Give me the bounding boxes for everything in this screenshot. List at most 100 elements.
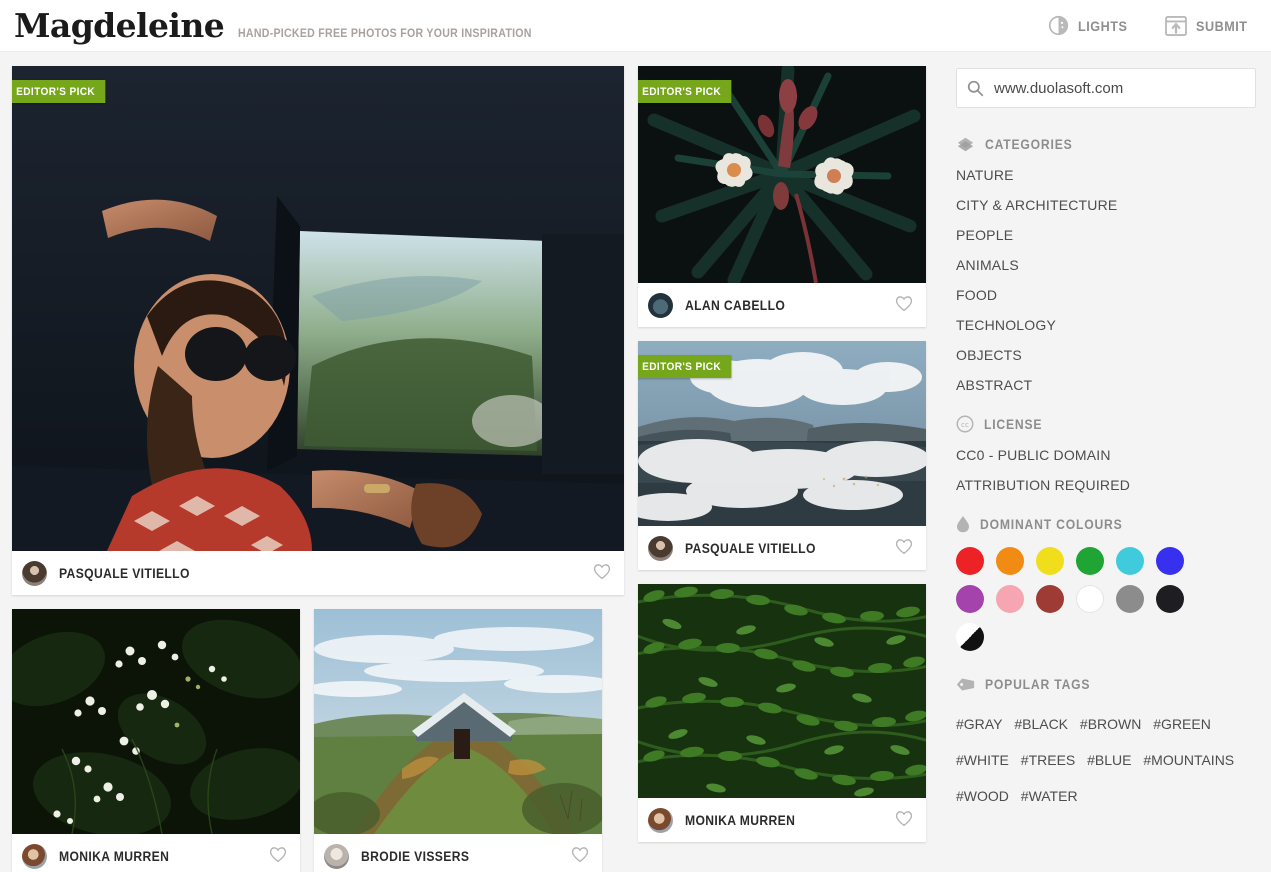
popular-tags-section: POPULAR TAGS #GRAY #BLACK #BROWN #GREEN … bbox=[956, 677, 1256, 814]
tag-link[interactable]: #WOOD bbox=[956, 788, 1009, 804]
submit-photo-button[interactable]: SUBMIT bbox=[1164, 15, 1253, 36]
search-input[interactable] bbox=[994, 79, 1245, 97]
tag-link[interactable]: #BLUE bbox=[1087, 752, 1131, 768]
colour-swatch-blue[interactable] bbox=[1156, 547, 1184, 575]
photo-author[interactable]: PASQUALE VITIELLO bbox=[59, 566, 190, 581]
categories-header: CATEGORIES bbox=[956, 136, 1256, 153]
colour-swatch-gray[interactable] bbox=[1116, 585, 1144, 613]
half-circle-icon bbox=[1048, 15, 1069, 36]
colour-swatch-yellow[interactable] bbox=[1036, 547, 1064, 575]
photo-author[interactable]: MONIKA MURREN bbox=[59, 849, 169, 864]
editors-pick-badge[interactable]: EDITOR'S PICK bbox=[638, 355, 732, 378]
editors-pick-badge[interactable]: EDITOR'S PICK bbox=[12, 80, 106, 103]
category-link[interactable]: TECHNOLOGY bbox=[956, 317, 1256, 333]
gallery-row-small: MONIKA MURREN BRODIE VISSERS bbox=[12, 609, 624, 872]
photo-credit: PASQUALE VITIELLO bbox=[638, 526, 926, 570]
svg-text:cc: cc bbox=[961, 420, 969, 429]
photo-card[interactable]: MONIKA MURREN bbox=[638, 584, 926, 842]
photo-author[interactable]: ALAN CABELLO bbox=[685, 298, 785, 313]
photo-author[interactable]: PASQUALE VITIELLO bbox=[685, 541, 816, 556]
favorite-heart-icon[interactable] bbox=[894, 809, 914, 832]
license-header: cc LICENSE bbox=[956, 415, 1256, 433]
photo-author[interactable]: BRODIE VISSERS bbox=[361, 849, 469, 864]
category-link[interactable]: FOOD bbox=[956, 287, 1256, 303]
photo-image[interactable] bbox=[638, 584, 926, 798]
photo-image[interactable]: EDITOR'S PICK bbox=[638, 341, 926, 526]
search-icon bbox=[967, 80, 984, 97]
favorite-heart-icon[interactable] bbox=[894, 537, 914, 560]
photo-credit: PASQUALE VITIELLO bbox=[12, 551, 624, 595]
colour-swatch-green[interactable] bbox=[1076, 547, 1104, 575]
categories-section: CATEGORIES NATURE CITY & ARCHITECTURE PE… bbox=[956, 136, 1256, 393]
colour-swatch-brown[interactable] bbox=[1036, 585, 1064, 613]
tag-link[interactable]: #GRAY bbox=[956, 716, 1002, 732]
category-link[interactable]: OBJECTS bbox=[956, 347, 1256, 363]
sidebar: CATEGORIES NATURE CITY & ARCHITECTURE PE… bbox=[956, 66, 1256, 872]
avatar[interactable] bbox=[22, 560, 47, 586]
photo-card[interactable]: EDITOR'S PICK PASQUALE VITIELLO bbox=[638, 341, 926, 570]
category-link[interactable]: ANIMALS bbox=[956, 257, 1256, 273]
dominant-colours-section: DOMINANT COLOURS bbox=[956, 515, 1256, 651]
photo-card[interactable]: EDITOR'S PICK ALAN CABELLO bbox=[638, 66, 926, 327]
colour-swatch-black[interactable] bbox=[1156, 585, 1184, 613]
droplet-icon bbox=[956, 515, 970, 533]
lights-toggle-button[interactable]: LIGHTS bbox=[1048, 15, 1133, 36]
photo-credit: ALAN CABELLO bbox=[638, 283, 926, 327]
photo-image[interactable] bbox=[314, 609, 602, 834]
site-tagline: HAND-PICKED FREE PHOTOS FOR YOUR INSPIRA… bbox=[238, 28, 532, 40]
editors-pick-badge[interactable]: EDITOR'S PICK bbox=[638, 80, 732, 103]
favorite-heart-icon[interactable] bbox=[570, 845, 590, 868]
site-logo[interactable]: Magdeleine bbox=[14, 9, 225, 42]
license-link[interactable]: CC0 - PUBLIC DOMAIN bbox=[956, 447, 1256, 463]
tag-link[interactable]: #WATER bbox=[1021, 788, 1078, 804]
tag-link[interactable]: #WHITE bbox=[956, 752, 1009, 768]
category-link[interactable]: PEOPLE bbox=[956, 227, 1256, 243]
photo-image[interactable]: EDITOR'S PICK bbox=[638, 66, 926, 283]
colour-swatch-orange[interactable] bbox=[996, 547, 1024, 575]
popular-tags-header: POPULAR TAGS bbox=[956, 677, 1256, 692]
site-header: Magdeleine HAND-PICKED FREE PHOTOS FOR Y… bbox=[0, 0, 1271, 52]
tag-link[interactable]: #BLACK bbox=[1014, 716, 1068, 732]
favorite-heart-icon[interactable] bbox=[894, 294, 914, 317]
photo-image[interactable] bbox=[12, 609, 300, 834]
colour-swatch-white[interactable] bbox=[1076, 585, 1104, 613]
colour-swatch-pink[interactable] bbox=[996, 585, 1024, 613]
categories-title: CATEGORIES bbox=[985, 137, 1073, 152]
category-link[interactable]: ABSTRACT bbox=[956, 377, 1256, 393]
brand[interactable]: Magdeleine HAND-PICKED FREE PHOTOS FOR Y… bbox=[14, 9, 557, 42]
price-tag-icon bbox=[956, 677, 975, 692]
colour-swatch-red[interactable] bbox=[956, 547, 984, 575]
lights-label: LIGHTS bbox=[1077, 17, 1128, 34]
photo-card[interactable]: EDITOR'S PICK PASQUALE VITIELLO bbox=[12, 66, 624, 595]
tag-link[interactable]: #BROWN bbox=[1080, 716, 1141, 732]
colour-swatch-black-and-white[interactable] bbox=[956, 623, 984, 651]
gallery-column-right: EDITOR'S PICK ALAN CABELLO EDITOR'S PICK… bbox=[638, 66, 926, 872]
photo-card[interactable]: BRODIE VISSERS bbox=[314, 609, 602, 872]
submit-label: SUBMIT bbox=[1195, 17, 1248, 34]
header-actions: LIGHTS SUBMIT bbox=[1048, 15, 1253, 36]
license-section: cc LICENSE CC0 - PUBLIC DOMAIN ATTRIBUTI… bbox=[956, 415, 1256, 493]
avatar[interactable] bbox=[648, 807, 673, 833]
favorite-heart-icon[interactable] bbox=[592, 562, 612, 585]
tag-link[interactable]: #GREEN bbox=[1153, 716, 1211, 732]
photo-image[interactable]: EDITOR'S PICK bbox=[12, 66, 624, 551]
search-bar[interactable] bbox=[956, 68, 1256, 108]
colour-swatch-cyan[interactable] bbox=[1116, 547, 1144, 575]
photo-credit: MONIKA MURREN bbox=[638, 798, 926, 842]
favorite-heart-icon[interactable] bbox=[268, 845, 288, 868]
photo-author[interactable]: MONIKA MURREN bbox=[685, 813, 795, 828]
avatar[interactable] bbox=[648, 292, 673, 318]
avatar[interactable] bbox=[648, 535, 673, 561]
avatar[interactable] bbox=[22, 843, 47, 869]
license-title: LICENSE bbox=[984, 416, 1043, 432]
license-link[interactable]: ATTRIBUTION REQUIRED bbox=[956, 477, 1256, 493]
avatar[interactable] bbox=[324, 843, 349, 869]
tag-link[interactable]: #MOUNTAINS bbox=[1143, 752, 1234, 768]
category-link[interactable]: CITY & ARCHITECTURE bbox=[956, 197, 1256, 213]
photo-card[interactable]: MONIKA MURREN bbox=[12, 609, 300, 872]
category-link[interactable]: NATURE bbox=[956, 167, 1256, 183]
colour-swatch-purple[interactable] bbox=[956, 585, 984, 613]
tag-link[interactable]: #TREES bbox=[1021, 752, 1075, 768]
creative-commons-icon: cc bbox=[956, 415, 974, 433]
colour-swatch-grid bbox=[956, 547, 1186, 651]
